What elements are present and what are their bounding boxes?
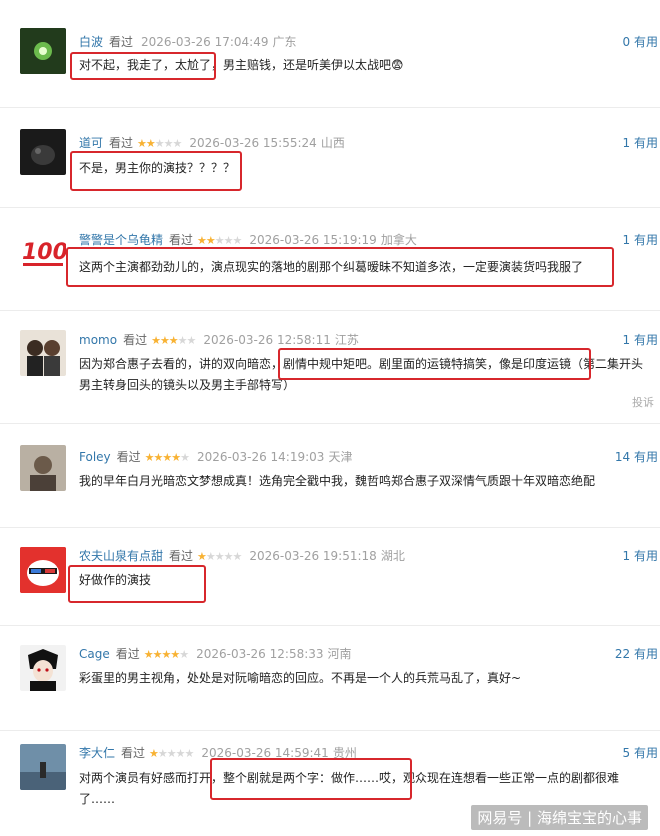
comment-location: 山西	[320, 136, 345, 150]
highlight-box	[66, 247, 614, 287]
comment-location: 江苏	[334, 333, 359, 347]
comment-meta: momo 看过 ★★★★★ 2026-03-26 12:58:11 江苏	[79, 330, 359, 350]
rating-stars: ★★★★★	[143, 648, 189, 661]
comment-meta: 道可 看过 ★★★★★ 2026-03-26 15:55:24 山西	[79, 133, 345, 153]
avatar[interactable]	[20, 547, 66, 593]
useful-count[interactable]: 1 有用	[538, 330, 658, 350]
highlight-box	[70, 52, 216, 80]
watched-label: 看过	[109, 136, 134, 150]
rating-stars: ★★★★★	[149, 747, 194, 760]
comment-location: 广东	[272, 35, 297, 49]
avatar[interactable]	[20, 330, 66, 376]
comment-time: 2026-03-26 12:58:11	[203, 333, 331, 347]
useful-count[interactable]: 5 有用	[538, 743, 658, 763]
comment-time: 2026-03-26 19:51:18	[249, 549, 377, 563]
comment-meta: 农夫山泉有点甜 看过 ★★★★★ 2026-03-26 19:51:18 湖北	[79, 546, 405, 566]
avatar[interactable]	[20, 744, 66, 790]
useful-count[interactable]: 0 有用	[538, 32, 658, 52]
comment-meta: Foley 看过 ★★★★★ 2026-03-26 14:19:03 天津	[79, 447, 352, 467]
username-link[interactable]: 农夫山泉有点甜	[79, 549, 163, 563]
comment-item: 道可 看过 ★★★★★ 2026-03-26 15:55:24 山西 1 有用 不是，男…	[0, 107, 660, 208]
rating-stars: ★★★★★	[151, 334, 196, 347]
watched-label: 看过	[115, 647, 140, 661]
comment-item: 100 警警是个乌龟精 看过 ★★★★★ 2026-03-26 15:19:19 加拿大…	[0, 207, 660, 311]
comment-meta: Cage 看过 ★★★★★ 2026-03-26 12:58:33 河南	[79, 644, 352, 664]
report-link[interactable]: 投诉	[632, 394, 654, 410]
comment-item: Foley 看过 ★★★★★ 2026-03-26 14:19:03 天津 14 有用 …	[0, 423, 660, 528]
useful-count[interactable]: 1 有用	[538, 546, 658, 566]
highlight-box	[278, 348, 591, 380]
comment-location: 河南	[327, 647, 352, 661]
comment-item: momo 看过 ★★★★★ 2026-03-26 12:58:11 江苏 1 有用 因为…	[0, 310, 660, 424]
comment-time: 2026-03-26 15:19:19	[249, 233, 377, 247]
watched-label: 看过	[123, 333, 148, 347]
username-link[interactable]: Cage	[79, 647, 110, 661]
username-link[interactable]: 白波	[79, 35, 103, 49]
highlight-box	[210, 758, 412, 800]
rating-stars: ★★★★★	[144, 451, 190, 464]
watched-label: 看过	[121, 746, 146, 760]
comment-time: 2026-03-26 15:55:24	[189, 136, 317, 150]
username-link[interactable]: 李大仁	[79, 746, 115, 760]
watermark: 网易号 | 海绵宝宝的心事	[471, 805, 648, 830]
username-link[interactable]: Foley	[79, 450, 111, 464]
highlight-box	[68, 565, 206, 603]
comment-text: 彩蛋里的男主视角，处处是对阮喻暗恋的回应。不再是一个人的兵荒马乱了，真好~	[79, 671, 522, 685]
comment-location: 湖北	[380, 549, 405, 563]
avatar[interactable]	[20, 28, 66, 74]
watched-label: 看过	[169, 549, 194, 563]
comment-time: 2026-03-26 12:58:33	[196, 647, 324, 661]
svg-text:100: 100	[22, 240, 66, 265]
comment-location: 加拿大	[380, 233, 417, 247]
comment-meta: 白波 看过 2026-03-26 17:04:49 广东	[79, 32, 297, 52]
username-link[interactable]: momo	[79, 333, 117, 347]
avatar[interactable]	[20, 445, 66, 491]
useful-count[interactable]: 1 有用	[538, 133, 658, 153]
comment-item: 农夫山泉有点甜 看过 ★★★★★ 2026-03-26 19:51:18 湖北 1 有用…	[0, 527, 660, 626]
rating-stars: ★★★★★	[137, 137, 182, 150]
highlight-box	[70, 151, 242, 191]
comment-item: Cage 看过 ★★★★★ 2026-03-26 12:58:33 河南 22 有用 彩…	[0, 625, 660, 731]
useful-count[interactable]: 14 有用	[538, 447, 658, 467]
comment-location: 天津	[328, 450, 353, 464]
avatar[interactable]	[20, 645, 66, 691]
watched-label: 看过	[109, 35, 134, 49]
avatar[interactable]	[20, 129, 66, 175]
avatar[interactable]: 100	[20, 227, 66, 273]
username-link[interactable]: 警警是个乌龟精	[79, 233, 163, 247]
comment-time: 2026-03-26 14:19:03	[196, 450, 325, 464]
username-link[interactable]: 道可	[79, 136, 103, 150]
comment-time: 2026-03-26 17:04:49	[141, 35, 269, 49]
useful-count[interactable]: 22 有用	[538, 644, 658, 664]
comment-item: 白波 看过 2026-03-26 17:04:49 广东 0 有用 对不起，我走了，太…	[0, 0, 660, 108]
watched-label: 看过	[116, 450, 141, 464]
watched-label: 看过	[169, 233, 194, 247]
comment-text: 我的早年白月光暗恋文梦想成真！选角完全戳中我，魏哲鸣郑合惠子双深情气质跟十年双暗…	[79, 474, 596, 488]
rating-stars: ★★★★★	[197, 550, 242, 563]
rating-stars: ★★★★★	[197, 234, 242, 247]
